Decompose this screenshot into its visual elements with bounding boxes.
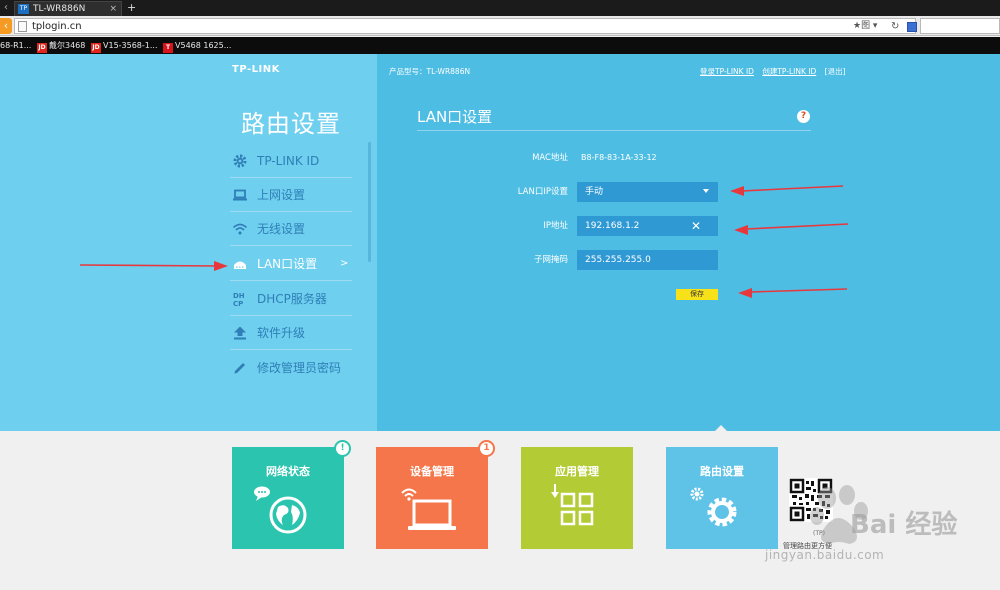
tile-label: 设备管理 [410, 465, 454, 478]
back-button[interactable]: ‹ [0, 18, 12, 34]
annotation-arrow [79, 264, 219, 267]
watermark-text: Bai 经验 [850, 510, 958, 540]
bookmark-item[interactable]: T V5468 1625... [163, 39, 231, 53]
tab-title: TL-WR886N [33, 4, 86, 14]
annotation-arrowhead [738, 288, 752, 298]
reload-icon[interactable]: ↻ [891, 20, 899, 33]
page-icon [18, 21, 27, 32]
tile-device-management[interactable]: 设备管理 1 [376, 440, 495, 549]
active-pointer [715, 425, 727, 431]
tab-scroll-left-icon[interactable]: ‹ [0, 0, 12, 16]
bookmark-star-icon[interactable]: ★图 ▾ [853, 20, 877, 33]
alert-badge: ! [334, 440, 351, 457]
jd-icon: JD [37, 43, 47, 53]
bookmark-item[interactable]: 68-R1... [0, 39, 31, 52]
annotation-arrowhead [214, 261, 228, 271]
annotation-arrows [79, 185, 849, 298]
tile-label: 路由设置 [700, 465, 744, 478]
devices-icon [401, 488, 456, 530]
tile-label: 网络状态 [266, 465, 310, 478]
annotation-arrow [745, 223, 849, 230]
screen: ‹ TP TL-WR886N × + ‹ tplogin.cn ★图 ▾ ↻ 6… [0, 0, 1000, 590]
new-tab-button[interactable]: + [127, 1, 136, 15]
browser-tab[interactable]: TP TL-WR886N × [14, 1, 122, 16]
count-badge: 1 [478, 440, 495, 457]
settings-icon [690, 487, 737, 527]
annotation-arrowhead [730, 186, 744, 196]
tile-router-settings[interactable]: 路由设置 [666, 447, 778, 549]
url-text: tplogin.cn [32, 21, 82, 32]
tab-close-icon[interactable]: × [109, 3, 117, 15]
jd-icon: JD [91, 43, 101, 53]
tmall-icon: T [163, 43, 173, 53]
url-field[interactable]: tplogin.cn ★图 ▾ ↻ [14, 18, 917, 34]
search-input[interactable] [920, 18, 1000, 34]
tile-app-management[interactable]: 应用管理 [521, 447, 633, 549]
search-engine-icon[interactable] [907, 22, 917, 32]
globe-icon [254, 486, 307, 534]
browser-tab-bar: ‹ TP TL-WR886N × + [0, 0, 1000, 16]
bookmark-item[interactable]: JD V15-3568-1... [91, 39, 158, 53]
bookmark-item[interactable]: JD 戴尔3468 [37, 39, 85, 53]
apps-icon [551, 484, 594, 526]
annotation-arrow [749, 288, 848, 293]
annotation-arrow [741, 185, 844, 192]
address-bar: ‹ tplogin.cn ★图 ▾ ↻ [0, 16, 1000, 36]
tplink-favicon-icon: TP [18, 4, 29, 14]
tile-label: 应用管理 [555, 465, 599, 478]
annotation-arrowhead [734, 225, 748, 235]
watermark-url: jingyan.baidu.com [765, 548, 885, 562]
tile-network-status[interactable]: 网络状态 ! [232, 440, 351, 549]
bookmarks-bar: 68-R1... JD 戴尔3468 JD V15-3568-1... T V5468… [0, 37, 1000, 54]
